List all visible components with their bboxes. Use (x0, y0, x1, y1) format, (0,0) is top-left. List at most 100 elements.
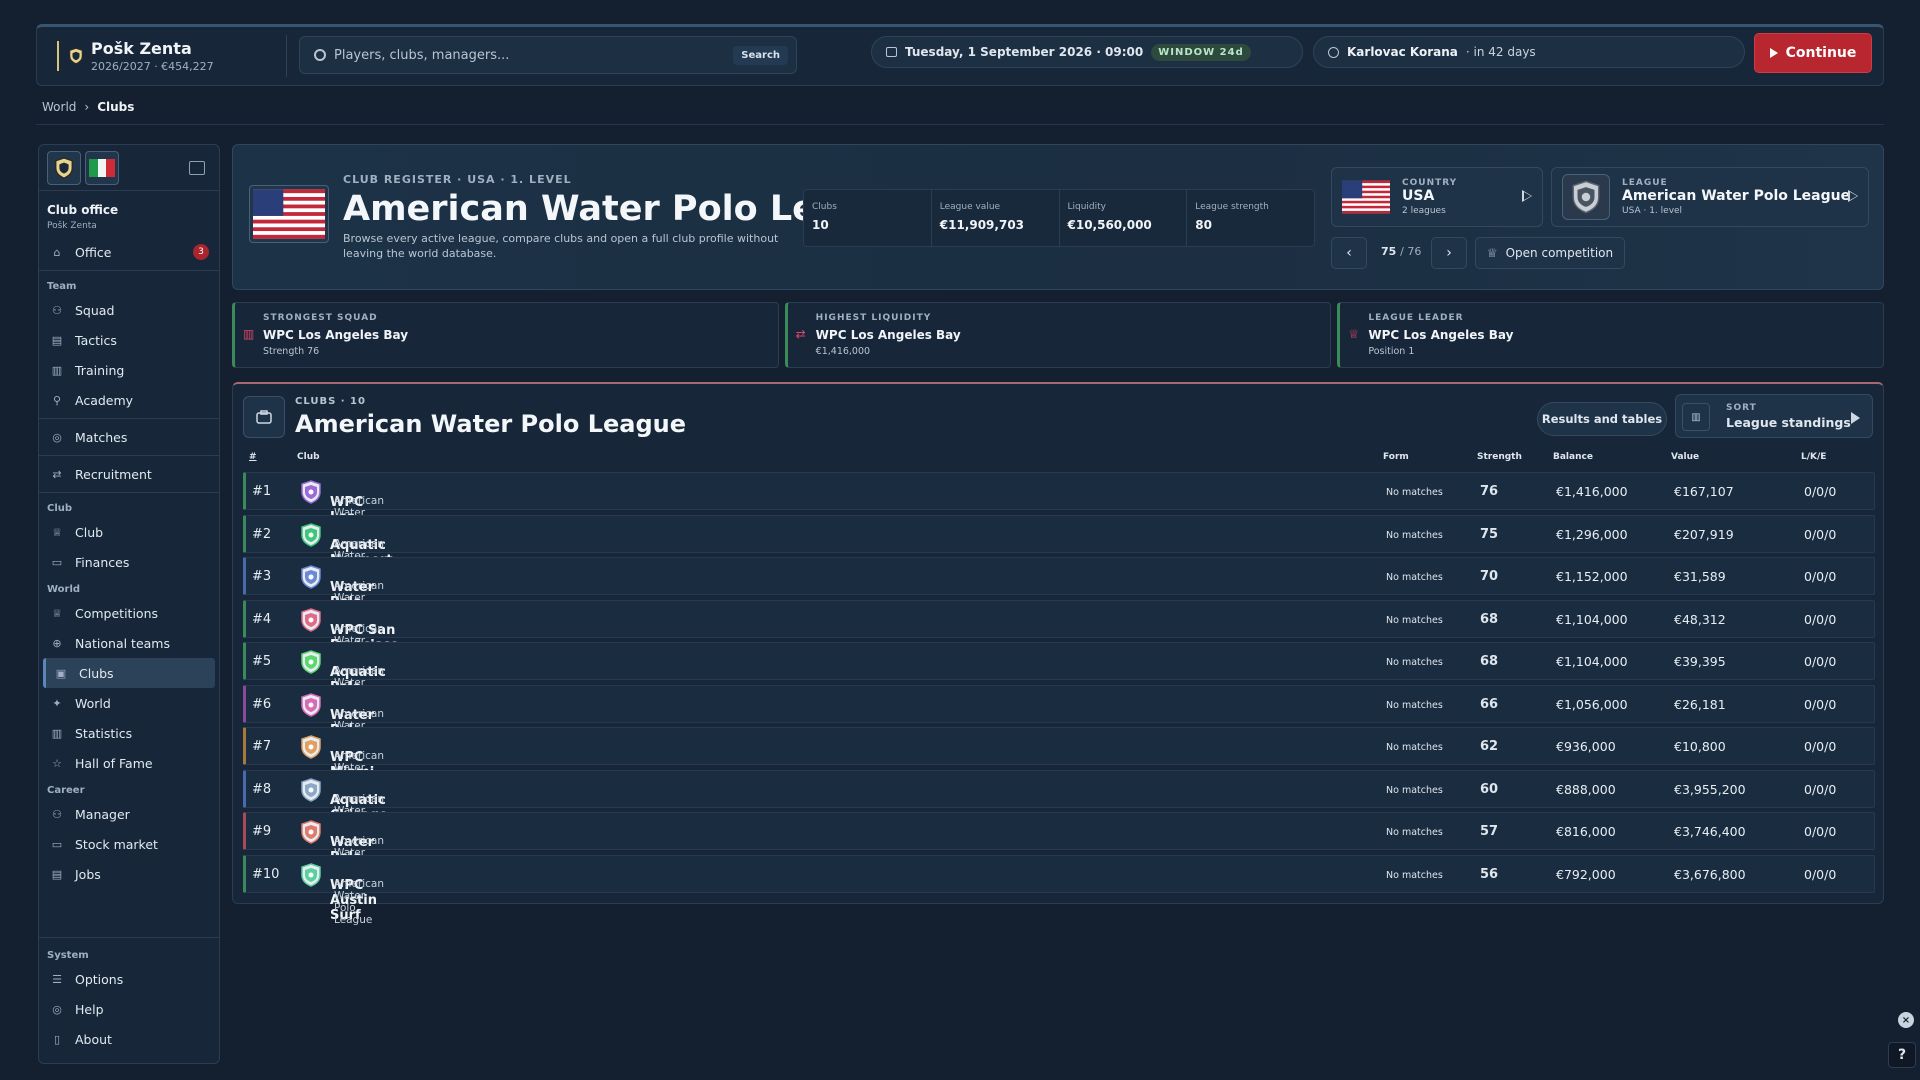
sort-selector[interactable]: ▥ SORT League standings (1675, 394, 1873, 438)
col-rank[interactable]: # (249, 452, 257, 462)
next-match-in: · in 42 days (1465, 45, 1536, 59)
row-strength: 68 (1480, 611, 1499, 627)
row-balance: €1,056,000 (1556, 696, 1628, 712)
row-lke: 0/0/0 (1804, 781, 1837, 797)
sidebar-item-recruitment[interactable]: ⇄ Recruitment (39, 459, 219, 489)
col-balance[interactable]: Balance (1553, 452, 1593, 462)
next-opponent: Karlovac Korana (1347, 45, 1458, 59)
table-row[interactable]: #6Water Polo New York Surf American Wate… (243, 684, 1875, 783)
sidebar-item-clubs[interactable]: ▣ Clubs (43, 658, 215, 688)
club-office-sub: Pošk Zenta (47, 221, 97, 231)
club-crest-icon[interactable] (47, 150, 81, 185)
play-icon (1769, 48, 1778, 58)
help-icon: ◎ (52, 1002, 62, 1016)
collapse-sidebar-icon[interactable] (189, 161, 205, 175)
search-button[interactable]: Search (733, 45, 788, 65)
row-lke: 0/0/0 (1804, 526, 1837, 542)
star-icon: ☆ (52, 756, 62, 770)
next-league-button[interactable]: › (1431, 237, 1467, 269)
sidebar-item-help[interactable]: ◎ Help (39, 994, 219, 1024)
club-brand[interactable]: Pošk Zenta 2026/2027 · €454,227 (47, 35, 287, 77)
row-form: No matches (1386, 869, 1443, 881)
table-row[interactable]: #9Water Polo Boston Bay American Water P… (243, 812, 1875, 895)
sidebar-item-tactics[interactable]: ▤ Tactics (39, 325, 219, 355)
sidebar-item-office[interactable]: ⌂ Office 3 (39, 237, 219, 267)
club-crest-icon (300, 522, 322, 547)
clubs-eyebrow: CLUBS · 10 (295, 396, 366, 407)
clubs-panel: CLUBS · 10 American Water Polo League Re… (232, 382, 1884, 926)
kpi-strongest-squad[interactable]: ▥ STRONGEST SQUAD WPC Los Angeles Bay Stre… (232, 302, 779, 368)
sidebar-item-options[interactable]: ☰ Options (39, 964, 219, 994)
kpi-highest-liquidity[interactable]: ⇄ HIGHEST LIQUIDITY WPC Los Angeles Bay €1… (784, 302, 1332, 368)
globe-icon: ⊕ (52, 636, 62, 650)
sidebar-item-competitions[interactable]: ♕ Competitions (39, 598, 219, 628)
sidebar-item-club[interactable]: ♕ Club (39, 517, 219, 547)
row-strength: 75 (1480, 526, 1499, 542)
search-icon (314, 49, 326, 61)
trophy-icon: ♕ (52, 525, 62, 539)
col-club[interactable]: Club (297, 452, 320, 462)
target-icon (1328, 46, 1339, 58)
col-lke[interactable]: L/K/E (1801, 452, 1826, 462)
table-row[interactable]: #10 WPC Austin Surf American Water Polo L… (243, 854, 1875, 926)
sidebar-item-squad[interactable]: ⚇ Squad (39, 295, 219, 325)
results-and-tables-button[interactable]: Results and tables (1537, 402, 1667, 436)
sidebar-item-about[interactable]: ▯ About (39, 1024, 219, 1054)
sidebar-item-manager[interactable]: ⚇ Manager (39, 799, 219, 829)
league-selector[interactable]: LEAGUE American Water Polo League USA · … (1551, 167, 1869, 227)
table-row[interactable]: #1WPC Los Angeles Bay American Water Pol… (243, 472, 1875, 555)
ball-icon: ◎ (52, 430, 62, 444)
sidebar-item-national-teams[interactable]: ⊕ National teams (39, 628, 219, 658)
club-crest-icon (300, 735, 322, 759)
sidebar-item-stock-market[interactable]: ▭ Stock market (39, 829, 219, 859)
row-strength: 76 (1480, 484, 1499, 499)
col-value[interactable]: Value (1671, 452, 1699, 462)
search-input[interactable] (334, 47, 734, 63)
country-selector[interactable]: COUNTRY USA 2 leagues (1331, 167, 1543, 227)
row-rank: #7 (252, 739, 272, 754)
open-competition-button[interactable]: ♕ Open competition (1475, 237, 1625, 269)
row-value: €3,955,200 (1674, 781, 1746, 797)
date-display[interactable]: Tuesday, 1 September 2026 · 09:00 WINDOW… (871, 36, 1303, 68)
sidebar: Club office Pošk Zenta ⌂ Office 3 Team ⚇ Sq… (38, 144, 220, 1064)
sidebar-item-hall-of-fame[interactable]: ☆ Hall of Fame (39, 748, 219, 778)
sidebar-item-world[interactable]: ✦ World (39, 688, 219, 718)
breadcrumb-world[interactable]: World (42, 100, 76, 114)
col-form[interactable]: Form (1383, 452, 1409, 462)
kpi-cards: ▥ STRONGEST SQUAD WPC Los Angeles Bay Stre… (232, 302, 1885, 368)
table-row[interactable]: #8Aquatic Chicago Tritons American Water… (243, 769, 1875, 841)
section-team: Team (47, 281, 77, 292)
sidebar-item-academy[interactable]: ⚲ Academy (39, 385, 219, 415)
sort-value: League standings (1726, 415, 1851, 430)
help-button[interactable]: ? (1888, 1042, 1916, 1068)
sidebar-item-finances[interactable]: ▭ Finances (39, 547, 219, 577)
league-pager: 75 / 76 (1381, 245, 1422, 258)
continue-button[interactable]: Continue (1754, 33, 1872, 73)
col-strength[interactable]: Strength (1477, 452, 1522, 462)
sidebar-item-statistics[interactable]: ▥ Statistics (39, 718, 219, 748)
sidebar-item-training[interactable]: ▥ Training (39, 355, 219, 385)
table-row[interactable]: #4WPC San Francisco Tritons American Wat… (243, 599, 1875, 671)
sidebar-item-matches[interactable]: ◎ Matches (39, 422, 219, 452)
close-icon[interactable]: × (1898, 1012, 1914, 1028)
row-lke: 0/0/0 (1804, 866, 1837, 882)
table-row[interactable]: #2Aquatic Newport Beach Surf American Wa… (243, 514, 1875, 598)
table-row[interactable]: #3Water Polo San Diego Harbor American W… (243, 557, 1875, 655)
row-form: No matches (1386, 784, 1443, 796)
table-row[interactable]: #5Aquatic Palo Alto Bay American Water P… (243, 642, 1875, 725)
kpi-league-leader[interactable]: ♕ LEAGUE LEADER WPC Los Angeles Bay Positi… (1337, 302, 1885, 368)
user-icon: ⚇ (52, 807, 62, 821)
row-form: No matches (1386, 487, 1443, 498)
italy-flag-icon[interactable] (85, 150, 119, 185)
chevron-right-icon: › (1446, 245, 1452, 261)
next-match[interactable]: Karlovac Korana · in 42 days (1313, 36, 1745, 68)
sidebar-item-jobs[interactable]: ▤ Jobs (39, 859, 219, 889)
row-lke: 0/0/0 (1804, 654, 1837, 669)
row-value: €10,800 (1674, 739, 1726, 754)
home-icon: ⌂ (53, 245, 61, 259)
row-rank: #10 (252, 866, 280, 882)
stat-league-strength: League strength 80 (1195, 202, 1269, 232)
table-row[interactable]: #7WPC Miami Harbor American Water Polo L… (243, 727, 1875, 798)
breadcrumb: World › Clubs (42, 100, 134, 114)
prev-league-button[interactable]: ‹ (1331, 237, 1367, 269)
